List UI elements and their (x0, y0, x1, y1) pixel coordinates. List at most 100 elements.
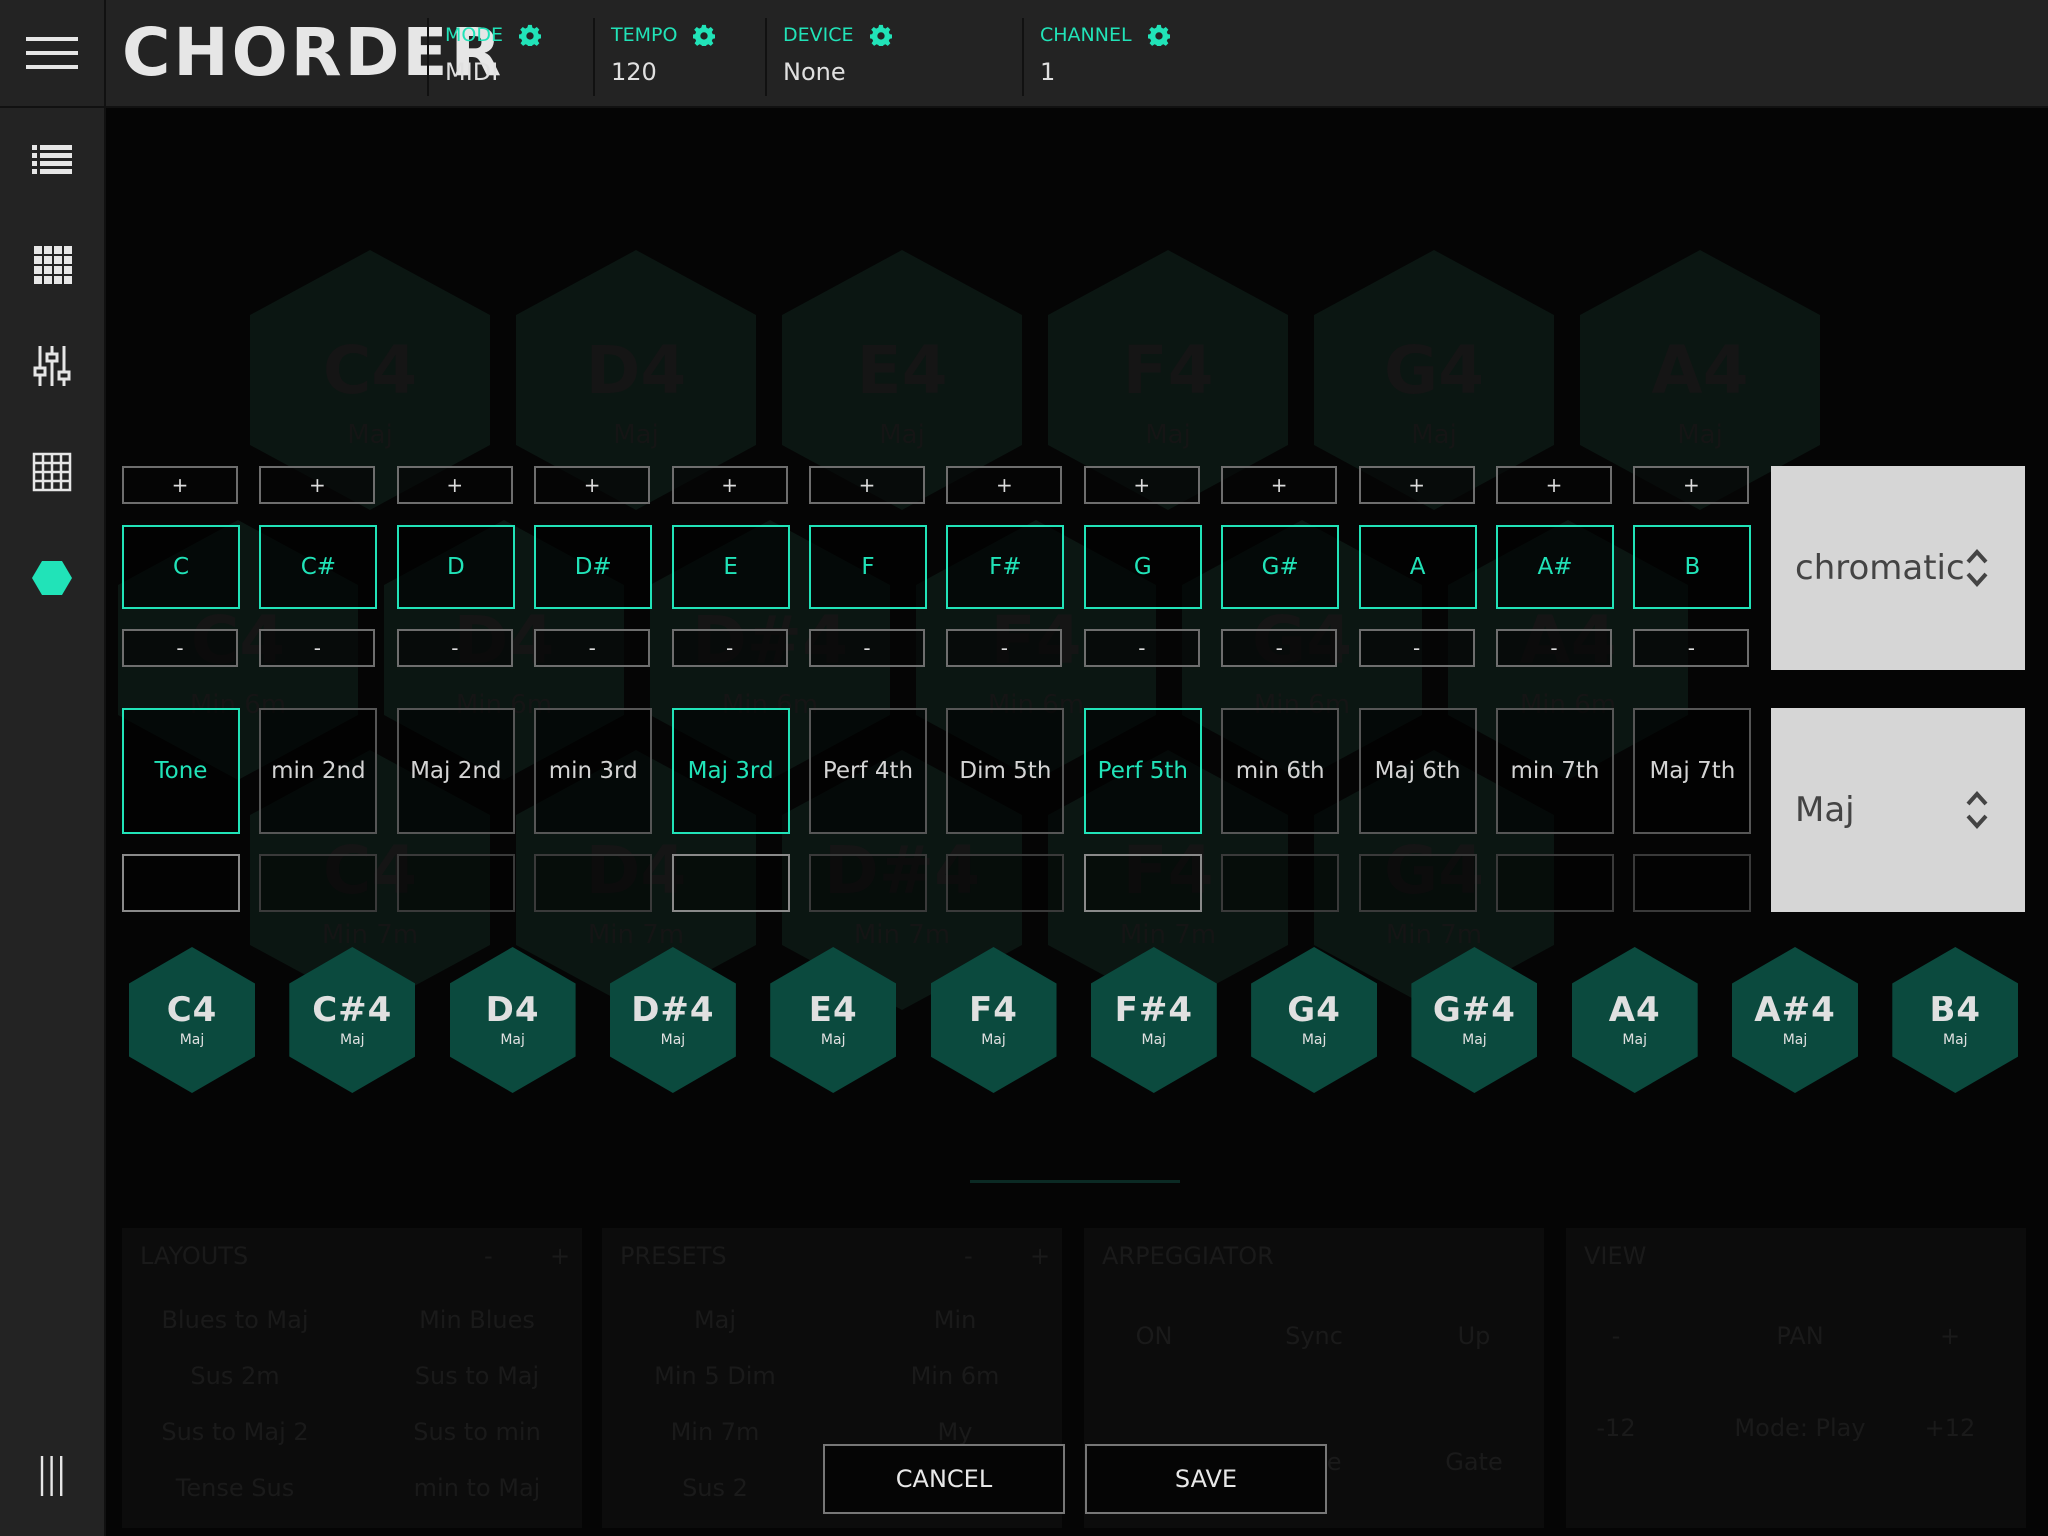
gear-icon[interactable] (693, 24, 716, 46)
octave-minus-button[interactable]: - (946, 629, 1063, 667)
octave-plus-button[interactable]: + (1083, 466, 1200, 504)
octave-plus-button[interactable]: + (1633, 466, 1750, 504)
root-note-button[interactable]: A (1358, 525, 1477, 609)
interval-button[interactable]: min 6th (1221, 708, 1340, 834)
interval-button[interactable]: min 2nd (259, 708, 378, 834)
background-chord-quality: Maj (1411, 420, 1457, 450)
interval-indicator[interactable] (259, 854, 378, 912)
octave-minus-button[interactable]: - (671, 629, 788, 667)
arpeggiator-button: Sync (1285, 1322, 1343, 1350)
interval-button[interactable]: min 3rd (534, 708, 653, 834)
interval-button[interactable]: Maj 2nd (396, 708, 515, 834)
cancel-button[interactable]: CANCEL (823, 1444, 1065, 1514)
root-note-button[interactable]: B (1633, 525, 1752, 609)
interval-indicator[interactable] (122, 854, 240, 912)
chord-pad[interactable]: A4 Maj (1571, 947, 1698, 1093)
columns-icon[interactable] (32, 1456, 72, 1496)
octave-minus-button[interactable]: - (259, 629, 376, 667)
octave-plus-button[interactable]: + (122, 466, 238, 504)
interval-indicator[interactable] (1358, 854, 1477, 912)
hexagon-icon[interactable] (32, 558, 72, 598)
octave-minus-button[interactable]: - (1496, 629, 1612, 667)
octave-minus-button[interactable]: - (534, 629, 651, 667)
interval-indicator[interactable] (809, 854, 927, 912)
root-note-button[interactable]: G (1083, 525, 1202, 609)
octave-plus-button[interactable]: + (946, 466, 1063, 504)
interval-indicator[interactable] (1496, 854, 1614, 912)
save-button[interactable]: SAVE (1085, 1444, 1327, 1514)
interval-button[interactable]: Dim 5th (946, 708, 1065, 834)
interval-button[interactable]: Maj 3rd (671, 708, 790, 834)
root-note-button[interactable]: C# (259, 525, 378, 609)
root-note-button[interactable]: E (671, 525, 790, 609)
arpeggiator-button: ON (1135, 1322, 1173, 1350)
interval-button[interactable]: Maj 7th (1633, 708, 1752, 834)
interval-indicator[interactable] (1083, 854, 1202, 912)
octave-plus-button[interactable]: + (1358, 466, 1475, 504)
octave-plus-button[interactable]: + (1221, 466, 1338, 504)
octave-minus-button[interactable]: - (1633, 629, 1750, 667)
octave-minus-button[interactable]: - (1221, 629, 1338, 667)
interval-indicator[interactable] (1221, 854, 1340, 912)
interval-indicator[interactable] (946, 854, 1065, 912)
octave-plus-button[interactable]: + (534, 466, 651, 504)
interval-button[interactable]: Perf 5th (1083, 708, 1202, 834)
device-setting[interactable]: DEVICE None (765, 18, 1003, 96)
background-chord-quality: Min 7m (853, 920, 951, 950)
tempo-label-row: TEMPO (611, 18, 761, 52)
root-note-button[interactable]: C (122, 525, 240, 609)
interval-indicator[interactable] (534, 854, 653, 912)
gear-icon[interactable] (518, 24, 541, 46)
chord-pad-quality: Maj (1301, 1032, 1327, 1048)
interval-indicator[interactable] (396, 854, 515, 912)
interval-indicator[interactable] (1633, 854, 1752, 912)
octave-plus-button[interactable]: + (1496, 466, 1612, 504)
chord-pad-quality: Maj (981, 1032, 1006, 1048)
tempo-setting[interactable]: TEMPO 120 (593, 18, 761, 96)
root-note-button[interactable]: D (396, 525, 515, 609)
presets-title: PRESETS (620, 1242, 727, 1270)
root-note-button[interactable]: F (809, 525, 927, 609)
sliders-icon[interactable] (32, 346, 72, 386)
chord-pad-name: B4 (1929, 990, 1982, 1030)
interval-button[interactable]: Tone (122, 708, 240, 834)
octave-minus-button[interactable]: - (809, 629, 925, 667)
preset-item: Min 6m (910, 1362, 1000, 1390)
scale-select[interactable]: chromatic (1771, 466, 2025, 670)
background-chord-name: F4 (1122, 332, 1214, 409)
chord-pad[interactable]: A#4 Maj (1732, 947, 1858, 1093)
chord-pad[interactable]: B4 Maj (1892, 947, 2019, 1093)
octave-minus-button[interactable]: - (1083, 629, 1200, 667)
chord-pad[interactable]: C4 Maj (129, 947, 255, 1093)
root-note-button[interactable]: F# (946, 525, 1065, 609)
octave-minus-button[interactable]: - (396, 629, 513, 667)
background-chord-name: D4 (585, 332, 687, 409)
root-note-button[interactable]: G# (1221, 525, 1340, 609)
root-note-button[interactable]: D# (534, 525, 653, 609)
octave-plus-button[interactable]: + (259, 466, 376, 504)
device-label: DEVICE (783, 24, 854, 46)
table-icon[interactable] (32, 452, 72, 492)
octave-plus-button[interactable]: + (671, 466, 788, 504)
list-icon[interactable] (32, 140, 72, 180)
chord-pad[interactable]: D4 Maj (449, 947, 576, 1093)
root-note-button[interactable]: A# (1496, 525, 1614, 609)
octave-minus-button[interactable]: - (1358, 629, 1475, 667)
octave-plus-button[interactable]: + (396, 466, 513, 504)
octave-plus-button[interactable]: + (809, 466, 925, 504)
interval-button[interactable]: Maj 6th (1358, 708, 1477, 834)
chord-pad-quality: Maj (179, 1032, 205, 1048)
gear-icon[interactable] (1147, 24, 1170, 46)
hamburger-menu-icon[interactable] (0, 0, 106, 106)
channel-setting[interactable]: CHANNEL 1 (1022, 18, 1240, 96)
octave-minus-button[interactable]: - (122, 629, 238, 667)
interval-button[interactable]: min 7th (1496, 708, 1614, 834)
mode-setting[interactable]: MODE MIDI (427, 18, 595, 96)
gear-icon[interactable] (869, 24, 892, 46)
chord-type-select[interactable]: Maj (1771, 708, 2025, 912)
interval-indicator[interactable] (671, 854, 790, 912)
interval-button[interactable]: Perf 4th (809, 708, 927, 834)
mode-label: MODE (445, 24, 503, 46)
grid-icon[interactable] (32, 244, 72, 284)
chord-pad-name: C4 (166, 990, 218, 1030)
